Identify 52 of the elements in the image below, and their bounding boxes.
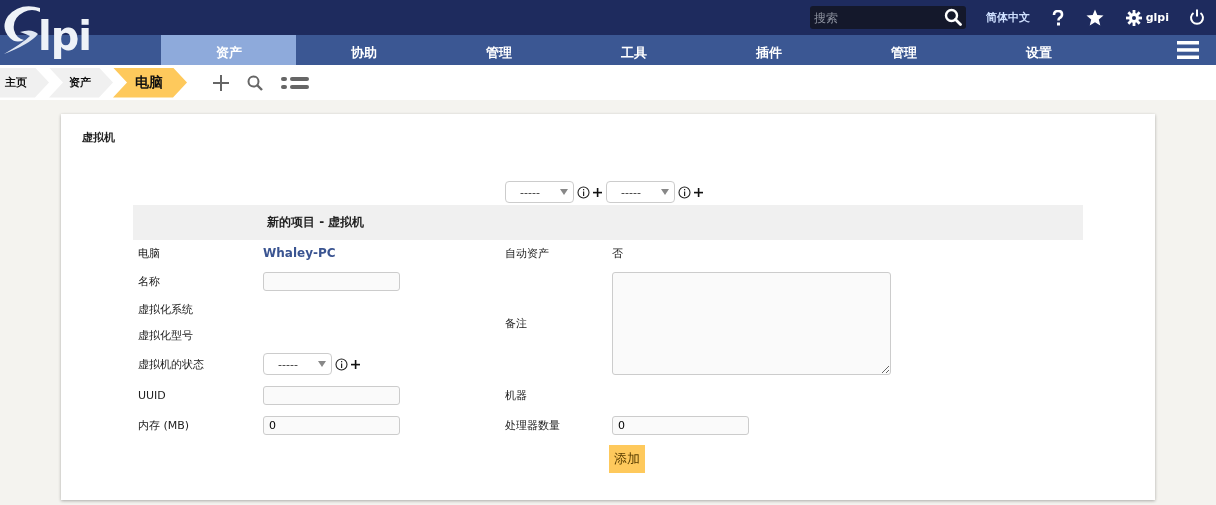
dropdown[interactable]: -----	[263, 353, 332, 375]
plus-icon[interactable]	[351, 359, 360, 369]
plus-icon[interactable]	[593, 187, 602, 197]
nav-tab[interactable]: 插件	[701, 35, 836, 65]
menu-icon[interactable]	[1177, 41, 1199, 59]
dropdown[interactable]: -----	[606, 181, 675, 203]
list-icon[interactable]	[281, 75, 309, 90]
field-label: 机器	[505, 387, 527, 403]
info-icon[interactable]	[335, 357, 348, 371]
language-link[interactable]: 简体中文	[985, 10, 1030, 25]
field-label: 虚拟化系统	[138, 301, 193, 317]
gear-icon	[1125, 9, 1142, 26]
nav-tab[interactable]: 协助	[296, 35, 431, 65]
field-label: 名称	[138, 273, 160, 289]
field-label: 内存 (MB)	[138, 417, 190, 433]
field-label: 处理器数量	[505, 417, 560, 433]
search-field[interactable]: 搜索	[809, 6, 966, 29]
nav-tab[interactable]: 管理	[836, 35, 971, 65]
help-icon[interactable]	[1051, 9, 1064, 26]
input-field[interactable]	[263, 385, 400, 405]
caret-icon	[560, 189, 568, 195]
input-field[interactable]: 0	[263, 415, 400, 435]
field-label: 电脑	[138, 245, 160, 261]
form-heading: 新的项目 - 虚拟机	[133, 205, 1083, 240]
input-field[interactable]: 0	[612, 415, 749, 435]
field-label: UUID	[138, 388, 166, 402]
breadcrumb-item[interactable]: 主页	[0, 67, 49, 98]
power-icon[interactable]	[1189, 9, 1205, 26]
add-button[interactable]: 添加	[608, 445, 645, 473]
input-field[interactable]	[263, 271, 400, 291]
comment-field[interactable]	[612, 271, 891, 375]
field-label: 备注	[505, 315, 527, 331]
plus-icon[interactable]	[694, 187, 703, 197]
field-value: 否	[612, 245, 623, 261]
dropdown[interactable]: -----	[505, 181, 574, 203]
breadcrumb-item[interactable]: 电脑	[113, 67, 187, 98]
caret-icon	[318, 361, 326, 367]
user-menu[interactable]: glpi	[1125, 9, 1169, 26]
star-icon[interactable]	[1085, 9, 1104, 26]
breadcrumb-item[interactable]: 资产	[49, 67, 113, 98]
search-icon[interactable]	[943, 8, 962, 26]
nav-tab[interactable]: 设置	[971, 35, 1106, 65]
field-label: 自动资产	[505, 245, 549, 261]
nav-tab[interactable]: 管理	[431, 35, 566, 65]
card-title: 虚拟机	[82, 130, 116, 146]
info-icon[interactable]	[577, 185, 590, 199]
caret-icon	[661, 189, 669, 195]
info-icon[interactable]	[678, 185, 691, 199]
field-label: 虚拟化型号	[138, 327, 193, 343]
field-label: 虚拟机的状态	[138, 356, 204, 372]
nav-tab[interactable]: 工具	[566, 35, 701, 65]
computer-link[interactable]: Whaley-PC	[263, 246, 336, 260]
